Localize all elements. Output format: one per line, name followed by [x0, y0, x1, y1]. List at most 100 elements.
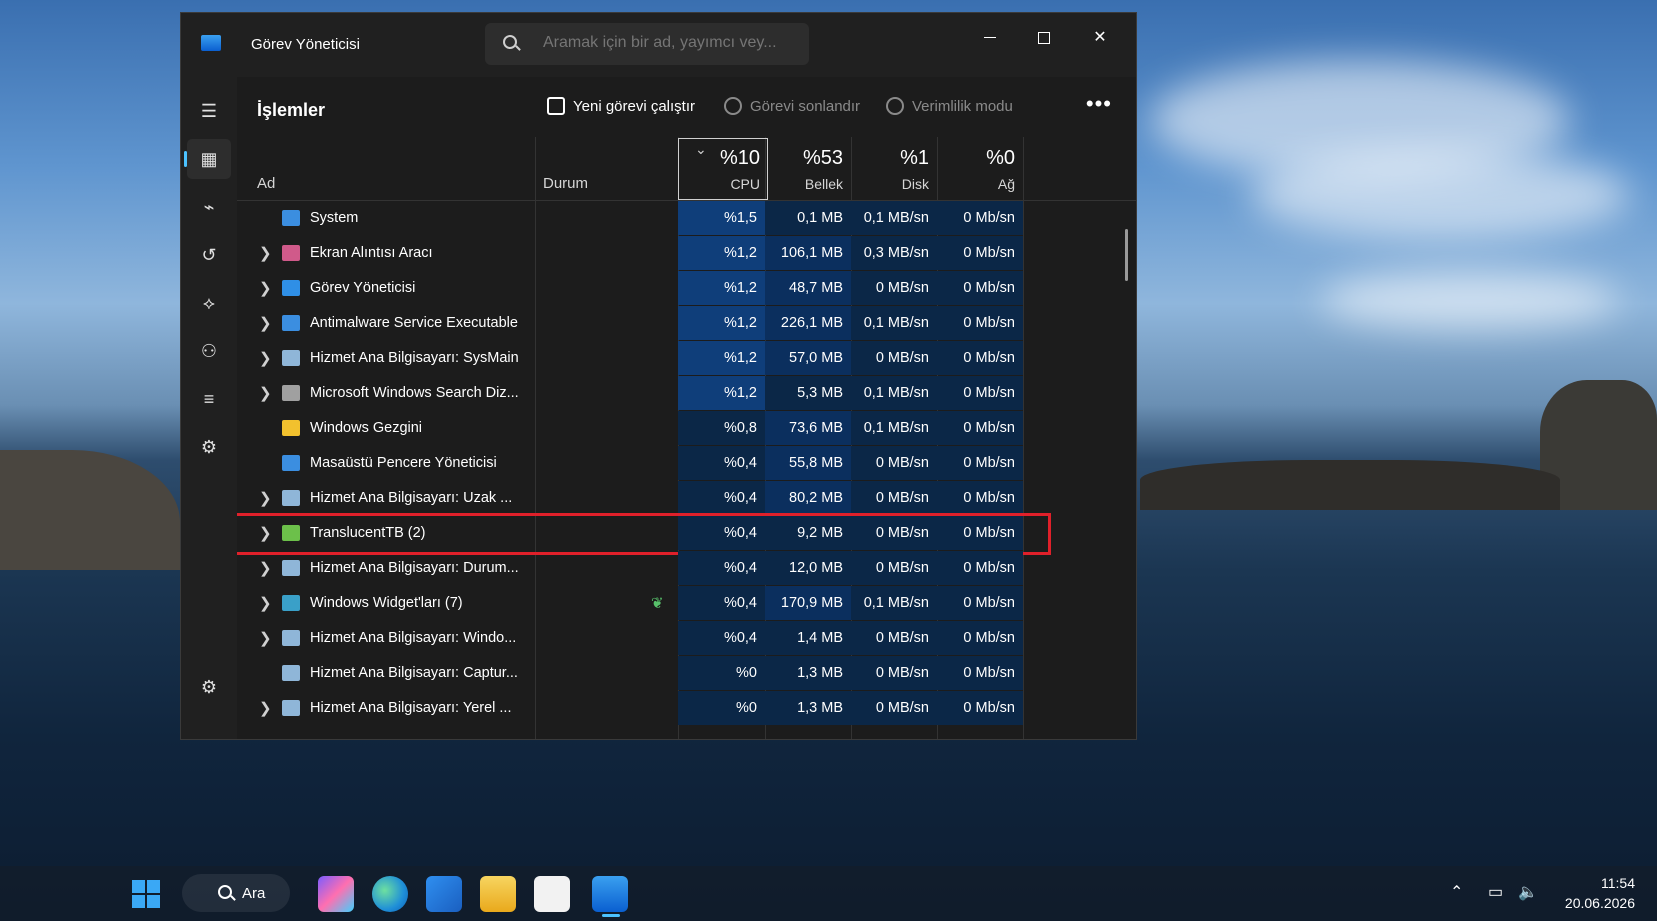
expand-chevron-icon[interactable]: ❯ [259, 349, 272, 367]
header-name[interactable]: Ad [257, 175, 275, 192]
close-button[interactable]: ✕ [1077, 23, 1123, 53]
copilot-icon[interactable] [318, 876, 354, 912]
network-cell: 0 Mb/sn [937, 376, 1023, 410]
disk-cell: 0,1 MB/sn [851, 376, 937, 410]
disk-cell: 0,1 MB/sn [851, 586, 937, 620]
run-new-task-label: Yeni görevi çalıştır [573, 97, 696, 115]
minimize-button[interactable] [967, 23, 1013, 53]
table-row[interactable]: ❯ Ekran Alıntısı Aracı %1,2 106,1 MB 0,3 MB/… [237, 236, 1087, 270]
table-row[interactable]: System %1,5 0,1 MB 0,1 MB/sn 0 Mb/sn [237, 201, 1087, 235]
running-indicator [602, 914, 620, 917]
process-name: Hizmet Ana Bilgisayarı: Windo... [310, 630, 517, 646]
disk-cell: 0 MB/sn [851, 481, 937, 515]
header-disk-pct[interactable]: %1 [851, 147, 929, 170]
expand-chevron-icon[interactable]: ❯ [259, 384, 272, 402]
search-icon [503, 35, 517, 49]
process-icon [282, 595, 300, 611]
header-cpu-pct[interactable]: %10 [678, 147, 760, 170]
show-hidden-icons[interactable]: ⌃ [1450, 882, 1463, 902]
app-history-icon[interactable]: ↺ [187, 235, 231, 275]
cpu-cell: %0,8 [678, 411, 765, 445]
process-name: Microsoft Windows Search Diz... [310, 385, 519, 401]
expand-chevron-icon[interactable]: ❯ [259, 314, 272, 332]
table-row[interactable]: ❯ Görev Yöneticisi %1,2 48,7 MB 0 MB/sn 0 Mb/… [237, 271, 1087, 305]
header-memory-pct[interactable]: %53 [765, 147, 843, 170]
end-task-button[interactable]: Görevi sonlandır [724, 97, 860, 115]
memory-cell: 57,0 MB [765, 341, 851, 375]
performance-icon[interactable]: ⌁ [187, 187, 231, 227]
process-icon [282, 700, 300, 716]
efficiency-mode-button[interactable]: Verimlilik modu [886, 97, 1013, 115]
details-icon[interactable]: ≡ [187, 379, 231, 419]
network-cell: 0 Mb/sn [937, 201, 1023, 235]
expand-chevron-icon[interactable]: ❯ [259, 559, 272, 577]
expand-chevron-icon[interactable]: ❯ [259, 594, 272, 612]
header-status[interactable]: Durum [543, 175, 588, 192]
start-button[interactable] [132, 880, 160, 908]
network-cell: 0 Mb/sn [937, 691, 1023, 725]
table-row[interactable]: ❯ Windows Widget'ları (7) %0,4 170,9 MB 0,1 … [237, 586, 1087, 620]
outlook-icon[interactable] [426, 876, 462, 912]
store-icon[interactable] [534, 876, 570, 912]
background-rock [0, 450, 180, 570]
scrollbar-thumb[interactable] [1125, 229, 1128, 281]
table-row[interactable]: ❯ Microsoft Windows Search Diz... %1,2 5,3 … [237, 376, 1087, 410]
header-disk-label[interactable]: Disk [851, 176, 929, 192]
network-cell: 0 Mb/sn [937, 621, 1023, 655]
settings-icon[interactable]: ⚙ [187, 667, 231, 707]
task-manager-window: Görev Yöneticisi ✕ ☰ ▦ ⌁ ↺ ⟡ ⚇ ≡ ⚙ ⚙ İşl… [180, 12, 1137, 740]
run-new-task-button[interactable]: Yeni görevi çalıştır [547, 97, 695, 115]
taskbar-search-label: Ara [242, 884, 266, 902]
taskbar-search[interactable]: Ara [182, 874, 290, 912]
processes-icon[interactable]: ▦ [184, 139, 231, 179]
table-row[interactable]: ❯ Hizmet Ana Bilgisayarı: Uzak ... %0,4 80,… [237, 481, 1087, 515]
efficiency-leaf-icon: ❦ [651, 595, 664, 612]
table-row[interactable]: Masaüstü Pencere Yöneticisi %0,4 55,8 MB 0 … [237, 446, 1087, 480]
minimize-icon [984, 37, 996, 39]
search-box[interactable] [485, 23, 809, 65]
background-rock [1140, 460, 1560, 510]
header-network-label[interactable]: Ağ [937, 176, 1015, 192]
header-memory-label[interactable]: Bellek [765, 176, 843, 192]
system-clock[interactable]: 11:54 20.06.2026 [1565, 873, 1635, 913]
memory-cell: 1,4 MB [765, 621, 851, 655]
network-cell: 0 Mb/sn [937, 341, 1023, 375]
table-row[interactable]: ❯ Hizmet Ana Bilgisayarı: Yerel ... %0 1,3 … [237, 691, 1087, 725]
table-row[interactable]: Hizmet Ana Bilgisayarı: Captur... %0 1,3 M… [237, 656, 1087, 690]
process-icon [282, 385, 300, 401]
table-row[interactable]: ❯ Hizmet Ana Bilgisayarı: Durum... %0,4 12,… [237, 551, 1087, 585]
memory-cell: 48,7 MB [765, 271, 851, 305]
header-cpu-label[interactable]: CPU [678, 176, 760, 192]
table-row[interactable]: ❯ Antimalware Service Executable %1,2 226,1… [237, 306, 1087, 340]
users-icon[interactable]: ⚇ [187, 331, 231, 371]
network-cell: 0 Mb/sn [937, 481, 1023, 515]
process-name: Hizmet Ana Bilgisayarı: SysMain [310, 350, 519, 366]
disk-cell: 0 MB/sn [851, 691, 937, 725]
network-cell: 0 Mb/sn [937, 411, 1023, 445]
more-options-button[interactable]: ••• [1086, 91, 1112, 117]
process-name: Hizmet Ana Bilgisayarı: Uzak ... [310, 490, 513, 506]
file-explorer-icon[interactable] [480, 876, 516, 912]
table-row[interactable]: ❯ TranslucentTB (2) %0,4 9,2 MB 0 MB/sn 0 Mb/… [237, 513, 1087, 555]
process-name: Windows Widget'ları (7) [310, 595, 463, 611]
menu-icon[interactable]: ☰ [187, 91, 231, 131]
expand-chevron-icon[interactable]: ❯ [259, 244, 272, 262]
task-manager-icon[interactable] [592, 876, 628, 912]
cpu-cell: %0 [678, 656, 765, 690]
volume-icon[interactable]: 🔈 [1518, 882, 1538, 902]
edge-icon[interactable] [372, 876, 408, 912]
header-network-pct[interactable]: %0 [937, 147, 1015, 170]
expand-chevron-icon[interactable]: ❯ [259, 629, 272, 647]
table-row[interactable]: ❯ Hizmet Ana Bilgisayarı: Windo... %0,4 1,4… [237, 621, 1087, 655]
services-icon[interactable]: ⚙ [187, 427, 231, 467]
network-icon[interactable]: ▭ [1488, 882, 1503, 902]
table-row[interactable]: Windows Gezgini %0,8 73,6 MB 0,1 MB/sn 0 Mb/… [237, 411, 1087, 445]
network-cell: 0 Mb/sn [937, 306, 1023, 340]
expand-chevron-icon[interactable]: ❯ [259, 699, 272, 717]
startup-icon[interactable]: ⟡ [187, 283, 231, 323]
expand-chevron-icon[interactable]: ❯ [259, 279, 272, 297]
expand-chevron-icon[interactable]: ❯ [259, 489, 272, 507]
search-input[interactable] [543, 34, 803, 52]
maximize-button[interactable] [1021, 23, 1067, 53]
table-row[interactable]: ❯ Hizmet Ana Bilgisayarı: SysMain %1,2 57,0… [237, 341, 1087, 375]
